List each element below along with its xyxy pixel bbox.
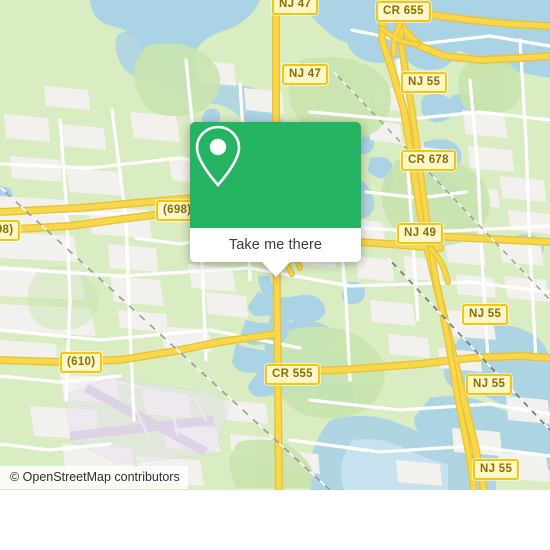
road-shield: NJ 55 [401, 72, 448, 93]
osm-attribution[interactable]: © OpenStreetMap contributors [0, 466, 188, 489]
road-shield: (610) [60, 352, 103, 373]
location-popup-card[interactable]: Take me there [190, 122, 361, 277]
road-shield: CR 678 [401, 150, 456, 171]
road-shield: NJ 55 [473, 459, 520, 480]
popup-pointer-arrow [261, 262, 290, 277]
road-shield: NJ 55 [462, 304, 509, 325]
take-me-there-label: Take me there [228, 237, 323, 253]
road-shield: NJ 49 [397, 223, 444, 244]
road-shield: CR 555 [265, 364, 320, 385]
road-shield: NJ 47 [282, 64, 329, 85]
take-me-there-button[interactable]: Take me there [190, 228, 361, 262]
road-shield: (698) [0, 220, 21, 241]
popup-pin-area [190, 122, 361, 228]
road-shield: NJ 47 [272, 0, 319, 15]
map-canvas[interactable]: NJ 47 CR 655 NJ 47 NJ 55 CR 678 (698) NJ… [0, 0, 550, 490]
map-pin-icon [195, 125, 241, 187]
road-shield: NJ 55 [466, 374, 513, 395]
road-shield: CR 655 [376, 1, 431, 22]
footer-bar: 555 JFK, Millville, NJ 08332, New York -… [0, 490, 550, 550]
moovit-map-screenshot: NJ 47 CR 655 NJ 47 NJ 55 CR 678 (698) NJ… [0, 0, 550, 550]
